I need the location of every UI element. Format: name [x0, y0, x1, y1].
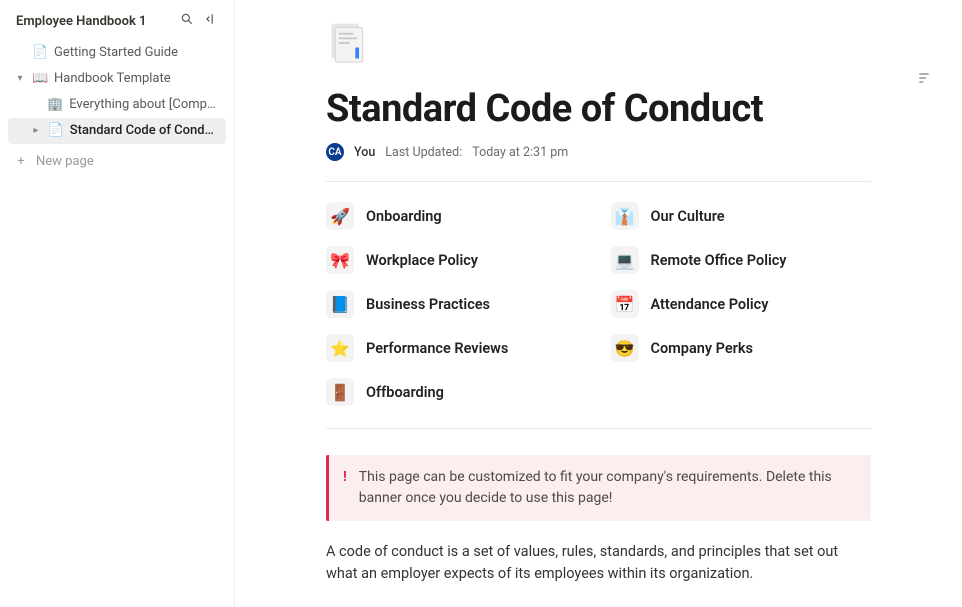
exclamation-icon: ! — [343, 467, 347, 509]
nav-item-label: Standard Code of Conduct — [70, 122, 220, 140]
page-icon: 📄 — [32, 44, 48, 62]
link-item[interactable]: ⭐ Performance Reviews — [326, 332, 587, 364]
nav-item-label: Getting Started Guide — [54, 44, 178, 62]
workspace-title[interactable]: Employee Handbook 1 — [16, 14, 146, 29]
avatar[interactable]: CA — [326, 143, 344, 161]
link-item[interactable]: 🚀 Onboarding — [326, 200, 587, 232]
nav-item[interactable]: ▾ 📖 Handbook Template — [8, 66, 226, 92]
link-icon: 💻 — [611, 246, 639, 274]
last-updated-label: Last Updated: — [385, 145, 462, 160]
outline-toggle-icon[interactable] — [916, 70, 932, 90]
search-icon[interactable] — [180, 12, 194, 30]
new-page-label: New page — [36, 154, 94, 169]
callout-text: This page can be customized to fit your … — [359, 467, 857, 509]
page-icon: 🏢 — [47, 96, 63, 114]
link-icon: 🚪 — [326, 378, 354, 406]
link-icon: 😎 — [611, 334, 639, 362]
link-label: Our Culture — [651, 208, 725, 225]
main: Standard Code of Conduct CA You Last Upd… — [235, 0, 962, 607]
link-item[interactable]: 🚪 Offboarding — [326, 376, 587, 408]
link-label: Remote Office Policy — [651, 252, 787, 269]
link-item[interactable]: 😎 Company Perks — [611, 332, 872, 364]
collapse-sidebar-icon[interactable] — [204, 12, 218, 30]
link-icon: ⭐ — [326, 334, 354, 362]
link-label: Offboarding — [366, 384, 444, 401]
info-callout[interactable]: ! This page can be customized to fit you… — [326, 455, 871, 521]
link-grid: 🚀 Onboarding 👔 Our Culture 🎀 Workplace Policy… — [326, 182, 871, 429]
plus-icon: + — [14, 154, 28, 169]
nav-item[interactable]: 🏢 Everything about [Company] — [8, 92, 226, 118]
nav-item[interactable]: ▸ 📄 Standard Code of Conduct — [8, 118, 226, 144]
link-label: Attendance Policy — [651, 296, 769, 313]
sidebar: Employee Handbook 1 📄 Getting Started Gui… — [0, 0, 235, 607]
link-label: Performance Reviews — [366, 340, 508, 357]
link-icon: 🎀 — [326, 246, 354, 274]
page-meta: CA You Last Updated: Today at 2:31 pm — [326, 143, 871, 182]
new-page-button[interactable]: + New page — [8, 148, 226, 175]
chevron-icon[interactable]: ▾ — [14, 70, 26, 88]
nav-item[interactable]: 📄 Getting Started Guide — [8, 40, 226, 66]
link-label: Company Perks — [651, 340, 753, 357]
link-label: Business Practices — [366, 296, 490, 313]
page-icon: 📖 — [32, 70, 48, 88]
page-emoji-icon[interactable] — [326, 20, 871, 75]
nav-item-label: Handbook Template — [54, 70, 171, 88]
workspace-header: Employee Handbook 1 — [8, 8, 226, 40]
link-icon: 📅 — [611, 290, 639, 318]
link-item[interactable]: 📅 Attendance Policy — [611, 288, 872, 320]
page-icon: 📄 — [48, 122, 64, 140]
intro-paragraph[interactable]: A code of conduct is a set of values, ru… — [326, 541, 871, 586]
nav-item-label: Everything about [Company] — [69, 96, 220, 114]
link-item[interactable]: 📘 Business Practices — [326, 288, 587, 320]
link-label: Onboarding — [366, 208, 442, 225]
link-item[interactable]: 💻 Remote Office Policy — [611, 244, 872, 276]
last-updated-value: Today at 2:31 pm — [472, 145, 568, 160]
link-item[interactable]: 👔 Our Culture — [611, 200, 872, 232]
page-title[interactable]: Standard Code of Conduct — [326, 87, 871, 131]
link-item[interactable]: 🎀 Workplace Policy — [326, 244, 587, 276]
chevron-icon[interactable]: ▸ — [30, 122, 42, 140]
link-icon: 👔 — [611, 202, 639, 230]
link-label: Workplace Policy — [366, 252, 478, 269]
nav-list: 📄 Getting Started Guide ▾ 📖 Handbook Templat… — [8, 40, 226, 144]
author-label: You — [354, 145, 375, 160]
link-icon: 📘 — [326, 290, 354, 318]
link-icon: 🚀 — [326, 202, 354, 230]
